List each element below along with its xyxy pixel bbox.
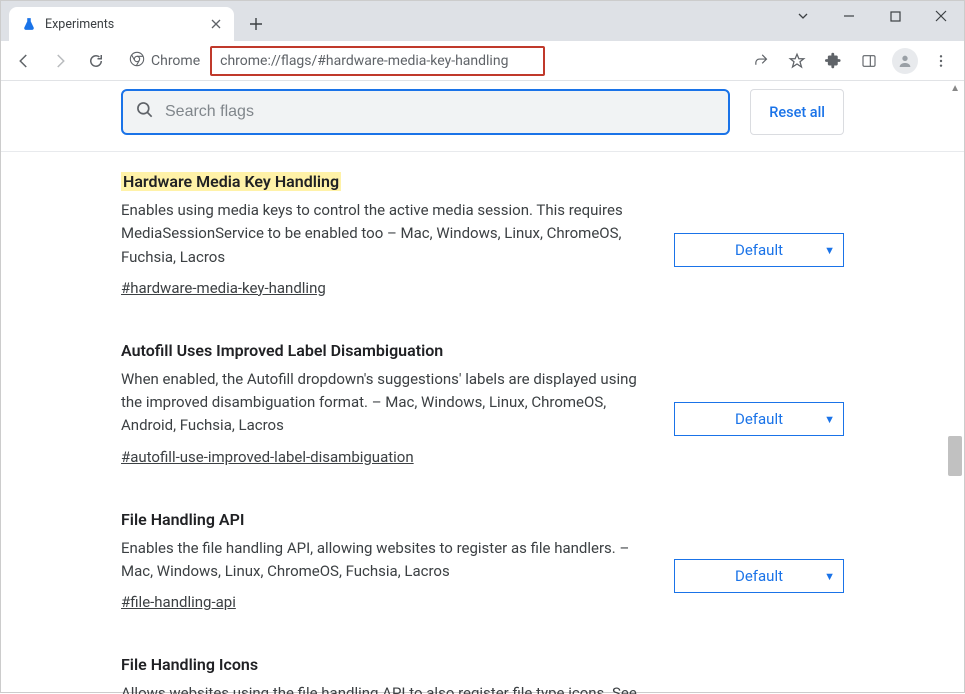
flag-title: File Handling Icons [121, 655, 258, 674]
bookmark-icon[interactable] [780, 44, 814, 78]
flag-hash-link[interactable]: #autofill-use-improved-label-disambiguat… [121, 448, 414, 466]
flag-dropdown-value: Default [735, 410, 783, 428]
page-viewport: ▲ Reset all Hardware Media Key Handling … [1, 81, 964, 694]
flag-description: Enables the file handling API, allowing … [121, 537, 644, 584]
browser-toolbar: Chrome chrome://flags/#hardware-media-ke… [1, 41, 964, 81]
flag-item: File Handling API Enables the file handl… [121, 510, 844, 612]
flag-item: File Handling Icons Allows websites usin… [121, 655, 844, 694]
sidepanel-icon[interactable] [852, 44, 886, 78]
browser-tab[interactable]: Experiments [9, 7, 234, 41]
browser-title-bar: Experiments [1, 1, 964, 41]
menu-icon[interactable] [924, 44, 958, 78]
address-bar[interactable]: Chrome chrome://flags/#hardware-media-ke… [121, 46, 736, 76]
flask-icon [21, 16, 37, 32]
window-controls [780, 1, 964, 41]
reset-all-button[interactable]: Reset all [750, 89, 844, 135]
new-tab-button[interactable] [242, 10, 270, 38]
flag-description: Enables using media keys to control the … [121, 199, 644, 269]
flag-description: Allows websites using the file handling … [121, 682, 644, 694]
tab-title: Experiments [45, 17, 200, 32]
forward-button[interactable] [43, 44, 77, 78]
flag-title: File Handling API [121, 510, 244, 529]
search-input-container[interactable] [121, 89, 730, 135]
flag-dropdown[interactable]: Default ▼ [674, 233, 844, 267]
extensions-icon[interactable] [816, 44, 850, 78]
chevron-down-icon: ▼ [824, 413, 835, 426]
minimize-button[interactable] [826, 1, 872, 31]
share-icon[interactable] [744, 44, 778, 78]
scheme-label: Chrome [151, 53, 200, 69]
chevron-down-icon: ▼ [824, 244, 835, 257]
flag-item: Hardware Media Key Handling Enables usin… [121, 172, 844, 297]
flag-description: When enabled, the Autofill dropdown's su… [121, 368, 644, 438]
avatar-icon [892, 48, 918, 74]
flag-title: Autofill Uses Improved Label Disambiguat… [121, 341, 443, 360]
maximize-button[interactable] [872, 1, 918, 31]
flag-dropdown-value: Default [735, 241, 783, 259]
reload-button[interactable] [79, 44, 113, 78]
flag-hash-link[interactable]: #hardware-media-key-handling [121, 279, 326, 297]
url-text[interactable]: chrome://flags/#hardware-media-key-handl… [210, 46, 545, 76]
search-row: Reset all [1, 81, 964, 152]
flag-dropdown[interactable]: Default ▼ [674, 402, 844, 436]
back-button[interactable] [7, 44, 41, 78]
flag-title: Hardware Media Key Handling [121, 172, 341, 191]
scrollbar-thumb[interactable] [948, 436, 962, 476]
scroll-up-arrow[interactable]: ▲ [950, 83, 960, 94]
chevron-down-icon: ▼ [824, 570, 835, 583]
close-window-button[interactable] [918, 1, 964, 31]
flags-list: Hardware Media Key Handling Enables usin… [1, 152, 964, 694]
chevron-down-icon[interactable] [780, 1, 826, 31]
flag-item: Autofill Uses Improved Label Disambiguat… [121, 341, 844, 466]
flag-dropdown-value: Default [735, 567, 783, 585]
search-input[interactable] [165, 103, 716, 121]
flag-hash-link[interactable]: #file-handling-api [121, 593, 236, 611]
profile-button[interactable] [888, 44, 922, 78]
chrome-icon [129, 51, 145, 71]
search-icon [135, 100, 155, 124]
close-icon[interactable] [208, 16, 224, 32]
scheme-chip: Chrome [121, 46, 210, 76]
flag-dropdown[interactable]: Default ▼ [674, 559, 844, 593]
